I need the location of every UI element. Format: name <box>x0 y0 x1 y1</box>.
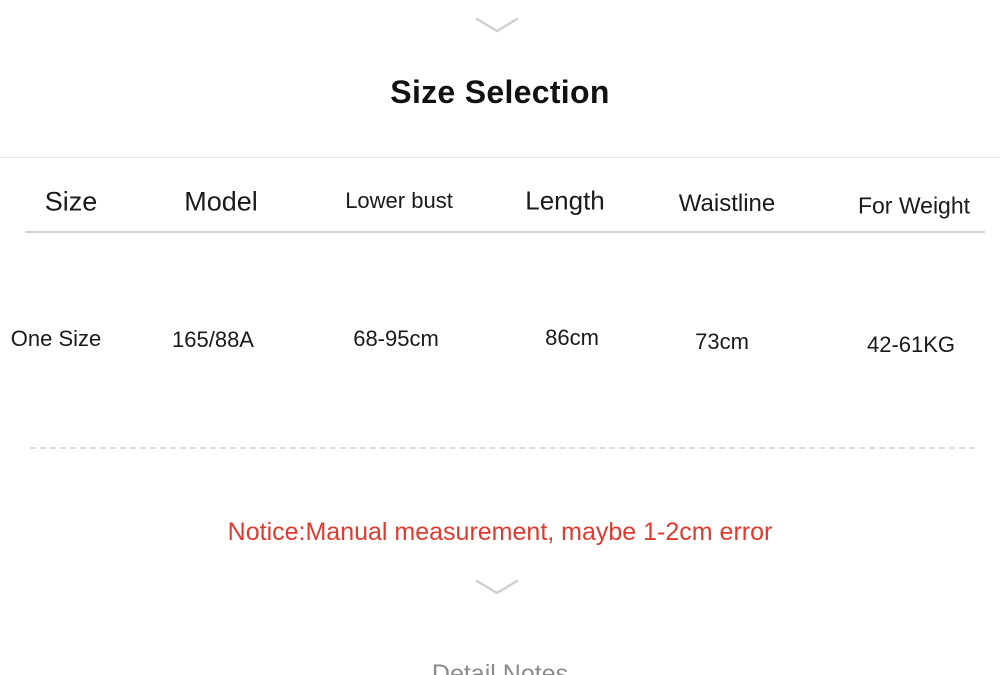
bottom-section-caption: Detail Notes <box>431 660 569 675</box>
table-header-size: Size <box>44 186 98 217</box>
table-cell-for-weight: 42-61KG <box>866 332 956 357</box>
table-header-lower-bust: Lower bust <box>345 188 453 213</box>
table-cell-lower-bust: 68-95cm <box>353 326 439 351</box>
table-header-for-weight: For Weight <box>857 192 971 219</box>
table-cell-waistline: 73cm <box>695 329 749 354</box>
table-bottom-dashed-divider <box>30 447 975 449</box>
chevron-down-icon[interactable] <box>471 574 523 600</box>
chevron-down-icon[interactable] <box>471 12 523 38</box>
size-selection-panel: Size Selection Size Model Lower bust Len… <box>0 0 1000 675</box>
table-header-model: Model <box>184 186 258 217</box>
page-title: Size Selection <box>390 74 610 110</box>
table-header-divider <box>25 231 985 233</box>
title-divider <box>0 157 1000 158</box>
table-cell-model: 165/88A <box>172 327 254 352</box>
measurement-notice: Notice:Manual measurement, maybe 1-2cm e… <box>227 518 773 546</box>
table-header-waistline: Waistline <box>678 190 776 217</box>
table-header-length: Length <box>525 185 605 216</box>
table-cell-size: One Size <box>10 326 102 351</box>
table-cell-length: 86cm <box>545 325 599 350</box>
